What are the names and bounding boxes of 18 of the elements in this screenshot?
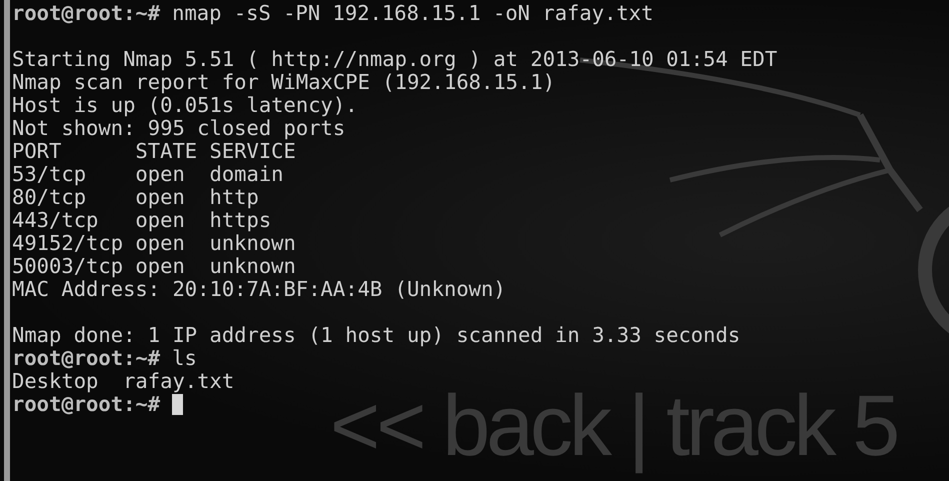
command-text: nmap -sS -PN 192.168.15.1 -oN rafay.txt [172,2,654,25]
output-line: Not shown: 995 closed ports [12,117,346,140]
output-line: Nmap done: 1 IP address (1 host up) scanned in 3.33 seconds [12,324,740,347]
output-line: Desktop rafay.txt [12,370,234,393]
output-line: Host is up (0.051s latency). [12,94,358,117]
output-line: 50003/tcp open unknown [12,255,296,278]
shell-prompt: root@root:~# [12,347,160,370]
output-line: 443/tcp open https [12,209,272,232]
output-line: 53/tcp open domain [12,163,284,186]
output-line: MAC Address: 20:10:7A:BF:AA:4B (Unknown) [12,278,506,301]
shell-prompt: root@root:~# [12,2,160,25]
output-line: 49152/tcp open unknown [12,232,296,255]
shell-prompt: root@root:~# [12,393,160,416]
output-line: Starting Nmap 5.51 ( http://nmap.org ) at 2013-06-10 01:54 EDT [12,48,778,71]
output-line: Nmap scan report for WiMaxCPE (192.168.15.1) [12,71,556,94]
output-line: PORT STATE SERVICE [12,140,296,163]
output-line: 80/tcp open http [12,186,259,209]
command-text: ls [172,347,197,370]
